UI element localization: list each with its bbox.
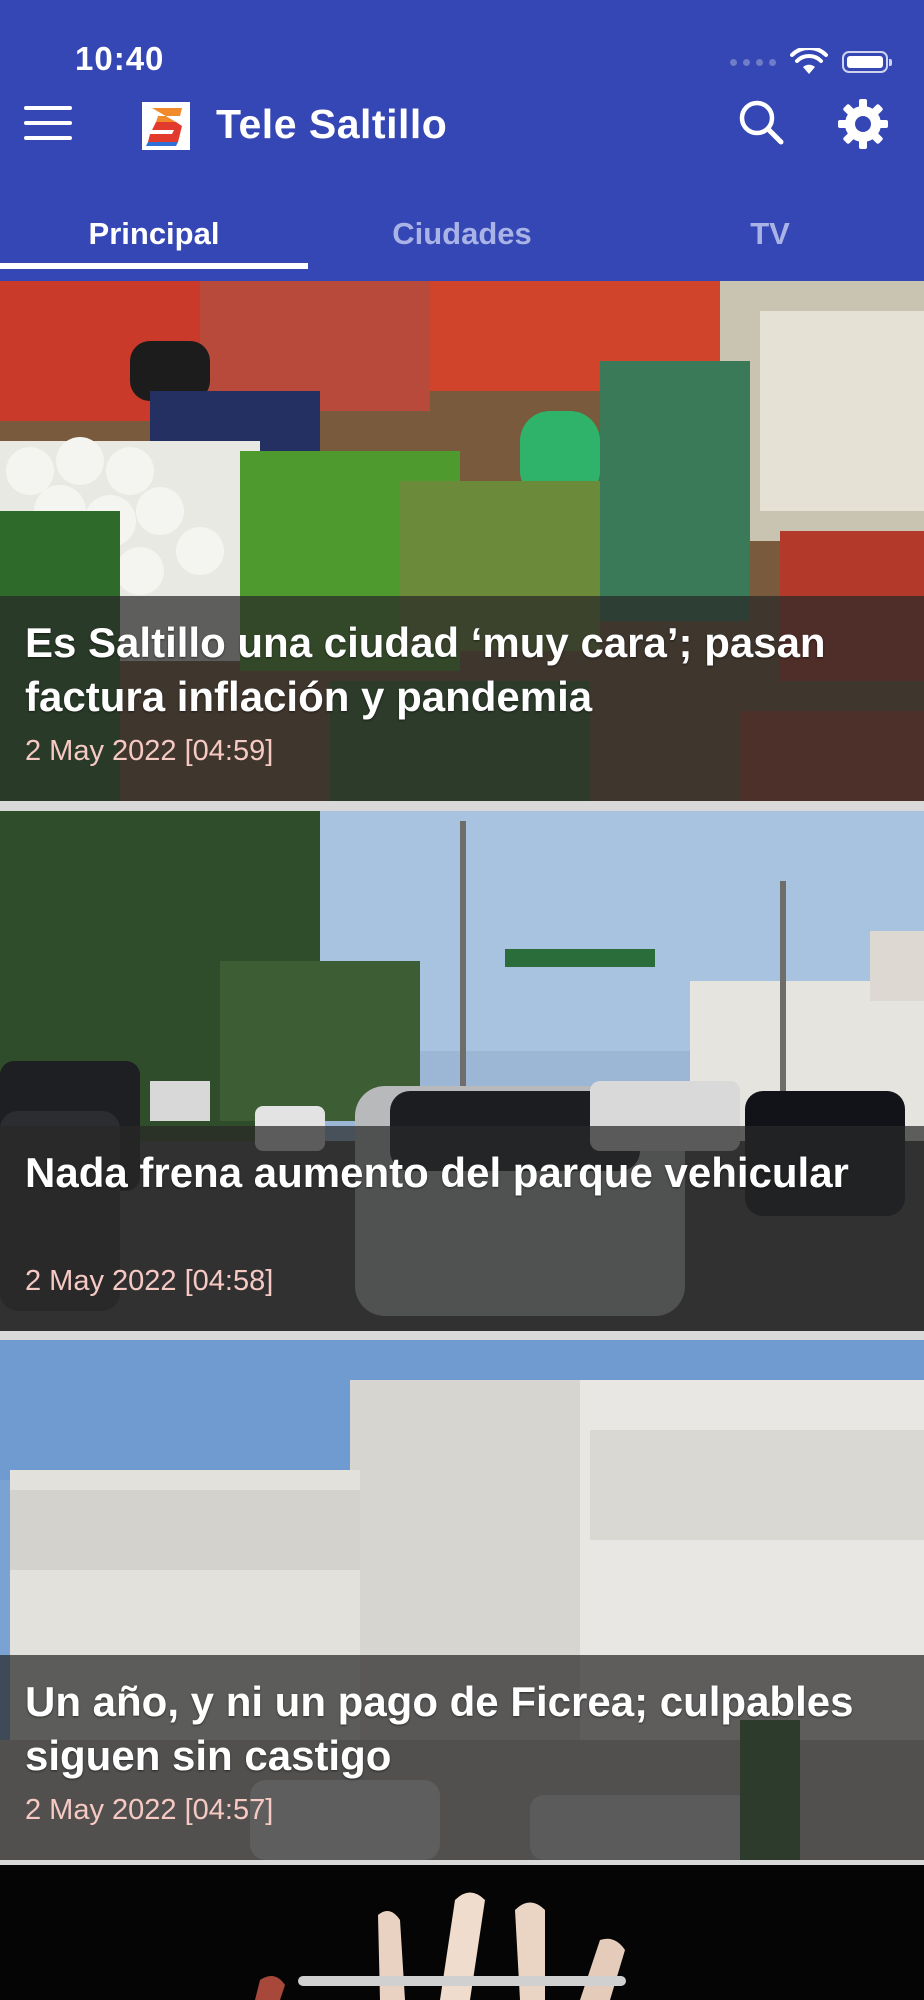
wifi-icon (790, 48, 828, 74)
headline-overlay: Es Saltillo una ciudad ‘muy cara’; pasan… (0, 596, 924, 801)
article-title: Nada frena aumento del parque vehicular (25, 1149, 849, 1196)
active-tab-indicator (0, 263, 308, 269)
tele-saltillo-logo (142, 102, 190, 150)
section-tabs: Principal Ciudades TV (0, 208, 924, 270)
app-header: 10:40 Tele Saltillo Principal Ciudades T… (0, 0, 924, 281)
article-title: Un año, y ni un pago de Ficrea; culpable… (25, 1678, 854, 1779)
article-title: Es Saltillo una ciudad ‘muy cara’; pasan… (25, 619, 826, 720)
status-icons (730, 44, 892, 80)
tab-principal[interactable]: Principal (0, 216, 308, 252)
article-card[interactable]: Un año, y ni un pago de Ficrea; culpable… (0, 1340, 924, 1860)
battery-icon (842, 51, 892, 73)
article-card[interactable]: Es Saltillo una ciudad ‘muy cara’; pasan… (0, 281, 924, 801)
article-date: 2 May 2022 [04:59] (25, 735, 274, 767)
app-title: Tele Saltillo (216, 101, 448, 147)
article-date: 2 May 2022 [04:58] (25, 1265, 274, 1297)
headline-overlay: Un año, y ni un pago de Ficrea; culpable… (0, 1655, 924, 1860)
article-card[interactable]: Nada frena aumento del parque vehicular … (0, 811, 924, 1331)
search-icon[interactable] (736, 98, 786, 148)
cellular-signal-icon (730, 58, 776, 66)
tab-ciudades[interactable]: Ciudades (308, 216, 616, 252)
home-indicator[interactable] (298, 1976, 626, 1986)
headline-overlay: Nada frena aumento del parque vehicular … (0, 1126, 924, 1331)
status-time: 10:40 (75, 40, 165, 77)
hamburger-menu-icon[interactable] (24, 106, 72, 142)
article-date: 2 May 2022 [04:57] (25, 1794, 274, 1826)
gear-icon[interactable] (836, 97, 890, 151)
tab-tv[interactable]: TV (616, 216, 924, 252)
